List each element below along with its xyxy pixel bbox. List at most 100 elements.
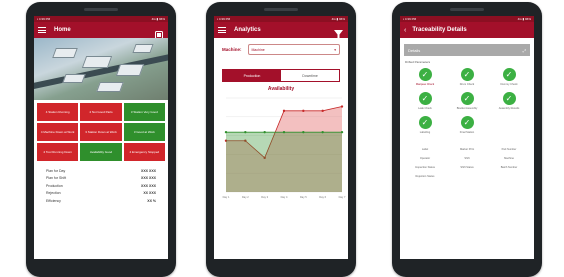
filter-icon[interactable] — [334, 26, 343, 44]
station-item[interactable]: ✓ Final Station — [446, 116, 488, 134]
analytics-screen: ▪ 4:39 PM 4G ▮ 96% Analytics Machine: Ma… — [214, 16, 348, 259]
status-tile[interactable]: 4 Emergency Stopped — [123, 143, 165, 161]
check-circle-icon: ✓ — [460, 116, 474, 129]
machine-select-value: Machine — [251, 47, 265, 52]
info-value: XXX XXX — [141, 176, 156, 181]
status-tile[interactable]: 4 Station Running — [37, 103, 79, 121]
stations-grid: ✓ Marquee Check ✓ Drum Check ✓ Dummy Check ✓ Le… — [400, 66, 534, 136]
data-point[interactable] — [282, 130, 286, 134]
traceability-screen: ▪ 4:39 PM 4G ▮ 96% ‹ Traceability Detail… — [400, 16, 534, 259]
status-tile[interactable]: 4 Not Good Parts — [80, 103, 122, 121]
station-label: Bracket Assembly — [456, 107, 478, 110]
info-value: XXX XXX — [141, 183, 156, 188]
status-item: Shift Status — [460, 166, 474, 169]
page-title: Traceability Details — [412, 27, 467, 33]
page-title: Home — [54, 27, 71, 33]
machine-label: Machine: — [222, 47, 242, 52]
back-arrow-icon[interactable]: ‹ — [404, 27, 406, 34]
status-right: 4G ▮ 96% — [331, 17, 345, 21]
status-item: Label — [421, 148, 429, 151]
info-row: Production XXX XXX — [46, 182, 156, 190]
status-left: ▪ 4:39 PM — [37, 17, 51, 21]
availability-chart: Day 1 Day 2 Day 3 Day 4 Day 5 Day 6 Day 7 — [223, 97, 346, 199]
info-label: Plan for Day — [46, 168, 66, 173]
data-point[interactable] — [340, 105, 344, 108]
info-row: Rejection XX XXX — [46, 190, 156, 198]
data-point[interactable] — [263, 130, 266, 134]
data-point[interactable] — [302, 109, 305, 113]
phone-speaker — [84, 8, 118, 11]
machine-row: Machine: Machine ▾ — [214, 38, 348, 59]
info-row: Plan for Shift XXX XXX — [46, 175, 156, 183]
analytics-tabs: Production Downtime — [222, 69, 340, 82]
data-point[interactable] — [302, 130, 305, 134]
check-circle-icon: ✓ — [460, 68, 474, 81]
details-label: Details — [408, 47, 421, 53]
info-value: XX % — [147, 198, 156, 203]
phone-home: ▪ 4:39 PM 4G ▮ 96% Home 4 Station Runnin… — [26, 2, 176, 277]
info-value: XX XXX — [143, 191, 156, 196]
check-circle-icon: ✓ — [418, 116, 432, 129]
station-item[interactable]: ✓ Bracket Assembly — [446, 92, 488, 110]
station-item[interactable]: ✓ Drum Check — [446, 68, 488, 86]
status-tiles-grid: 4 Station Running 4 Not Good Parts 3 Stati… — [34, 100, 168, 164]
station-item[interactable]: ✓ Labelling — [404, 116, 446, 134]
status-tile[interactable]: 3 Good at Work — [123, 123, 165, 141]
tab-downtime[interactable]: Downtime — [281, 70, 339, 81]
data-point[interactable] — [244, 130, 247, 134]
status-item: Rejection Status — [415, 175, 435, 178]
info-label: Rejection — [46, 191, 61, 196]
status-item: Shift — [464, 157, 470, 160]
info-label: Production — [46, 183, 63, 188]
check-circle-icon: ✓ — [418, 92, 432, 105]
check-circle-icon: ✓ — [460, 92, 474, 105]
app-bar: Home — [34, 22, 168, 39]
status-tile[interactable]: 3 Station Very Good — [123, 103, 165, 121]
status-details-grid: Label Marker Print Part Number Operator Shif… — [400, 136, 534, 180]
info-label: Plan for Shift — [46, 176, 67, 181]
x-tick-label: Day 2 — [242, 195, 249, 199]
station-item[interactable]: ✓ Assembly Results — [488, 92, 530, 110]
data-point[interactable] — [321, 109, 324, 113]
status-tile[interactable]: 3 Station Down at Work — [80, 123, 122, 141]
station-item[interactable]: ✓ Dummy Check — [488, 68, 530, 86]
menu-icon[interactable] — [38, 27, 46, 33]
x-tick-label: Day 3 — [261, 195, 268, 199]
app-bar: Analytics — [214, 22, 348, 39]
station-item[interactable]: ✓ Leak Check — [404, 92, 446, 110]
section-label: Drifted Parameters — [405, 60, 431, 64]
phone-traceability: ▪ 4:39 PM 4G ▮ 96% ‹ Traceability Detail… — [392, 2, 542, 277]
status-tile[interactable]: 4 Machine Down at Work — [37, 123, 79, 141]
machine-select[interactable]: Machine ▾ — [247, 44, 340, 55]
x-tick-label: Day 1 — [223, 195, 230, 199]
check-circle-icon: ✓ — [502, 68, 516, 81]
plant-overview-image — [34, 38, 168, 100]
info-row: Efficiency XX % — [46, 197, 156, 205]
status-item: Batch Number — [500, 166, 518, 169]
expand-icon[interactable]: ⤢ — [523, 48, 526, 53]
data-point[interactable] — [340, 130, 344, 134]
app-bar: ‹ Traceability Details — [400, 22, 534, 38]
data-point[interactable] — [321, 130, 324, 134]
station-item[interactable]: ✓ Marquee Check — [404, 68, 446, 86]
phone-speaker — [264, 8, 298, 11]
status-item: Part Number — [501, 148, 517, 151]
data-point[interactable] — [224, 130, 228, 134]
status-left: ▪ 4:39 PM — [217, 17, 231, 21]
phone-analytics: ▪ 4:39 PM 4G ▮ 96% Analytics Machine: Ma… — [206, 2, 356, 277]
info-row: Plan for Day XXX XXX — [46, 167, 156, 175]
tab-production[interactable]: Production — [223, 70, 281, 81]
status-tile[interactable]: Availability Good — [80, 143, 122, 161]
series-area — [226, 132, 342, 192]
status-tile[interactable]: 4 Tool Running Down — [37, 143, 79, 161]
x-tick-label: Day 5 — [300, 195, 307, 199]
status-item: Machine — [504, 157, 514, 160]
x-tick-label: Day 7 — [339, 195, 346, 199]
info-value: XXX XXX — [141, 168, 156, 173]
production-info: Plan for Day XXX XXX Plan for Shift XXX XXX… — [34, 164, 168, 208]
info-label: Efficiency — [46, 198, 61, 203]
menu-icon[interactable] — [218, 27, 226, 33]
data-point[interactable] — [282, 109, 286, 113]
station-label: Assembly Results — [498, 107, 520, 110]
page-title: Analytics — [234, 27, 261, 33]
